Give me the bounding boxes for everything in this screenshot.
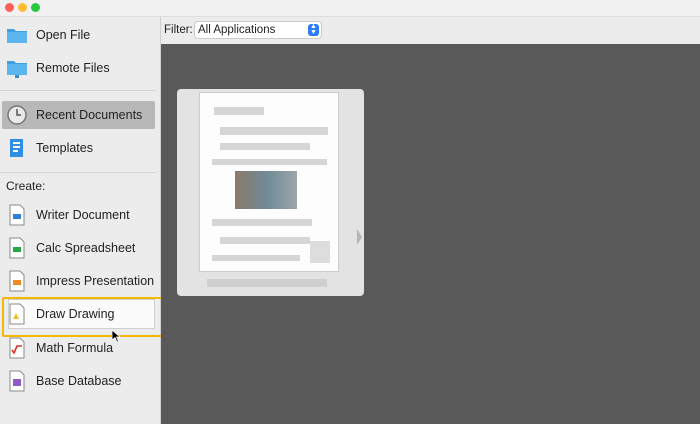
calc-icon [9, 237, 25, 259]
math-formula-button[interactable]: Math Formula [2, 334, 155, 362]
impress-icon [9, 270, 25, 292]
sidebar-divider [0, 90, 156, 91]
minimize-window-button[interactable] [18, 3, 27, 12]
create-section-label: Create: [6, 179, 46, 193]
folder-icon [7, 29, 27, 43]
clock-icon [7, 105, 27, 125]
document-name-placeholder [207, 279, 327, 287]
mouse-cursor-icon [112, 330, 121, 343]
recent-documents-label: Recent Documents [36, 108, 143, 122]
remote-folder-icon [7, 61, 27, 78]
sidebar-divider [0, 172, 156, 173]
document-preview [199, 92, 339, 272]
math-icon [9, 337, 25, 359]
highlight-annotation-box [2, 297, 169, 337]
remote-files-button[interactable]: Remote Files [2, 54, 155, 82]
recent-documents-button[interactable]: Recent Documents [2, 101, 155, 129]
templates-button[interactable]: Templates [2, 134, 155, 162]
remote-files-label: Remote Files [36, 61, 110, 75]
impress-presentation-label: Impress Presentation [36, 274, 155, 288]
writer-document-label: Writer Document [36, 208, 130, 222]
base-database-button[interactable]: Base Database [2, 367, 155, 395]
math-formula-label: Math Formula [36, 341, 114, 355]
open-file-label: Open File [36, 28, 91, 42]
calc-spreadsheet-button[interactable]: Calc Spreadsheet [2, 234, 155, 262]
filter-label: Filter: [164, 24, 193, 36]
base-icon [9, 370, 25, 392]
recent-document-thumbnail[interactable] [177, 89, 364, 296]
document-preview-image [235, 171, 297, 209]
thumbnail-arrow-icon [357, 229, 362, 245]
calc-spreadsheet-label: Calc Spreadsheet [36, 241, 136, 255]
writer-document-button[interactable]: Writer Document [2, 201, 155, 229]
close-window-button[interactable] [5, 3, 14, 12]
filter-selected-value: All Applications [198, 24, 276, 36]
base-database-label: Base Database [36, 374, 122, 388]
writer-icon [9, 204, 25, 226]
impress-presentation-button[interactable]: Impress Presentation [2, 267, 155, 295]
filter-bar: Filter: All Applications ▲ ▼ [161, 17, 700, 44]
start-center-sidebar: Open File Remote Files Recent Documents … [0, 17, 169, 424]
filter-select[interactable]: All Applications ▲ ▼ [194, 21, 322, 39]
updown-arrow-icon: ▲ ▼ [308, 23, 319, 36]
window-titlebar [0, 0, 700, 17]
open-file-button[interactable]: Open File [2, 21, 155, 49]
templates-label: Templates [36, 141, 93, 155]
templates-icon [10, 139, 23, 157]
recent-documents-area [161, 44, 700, 424]
zoom-window-button[interactable] [31, 3, 40, 12]
